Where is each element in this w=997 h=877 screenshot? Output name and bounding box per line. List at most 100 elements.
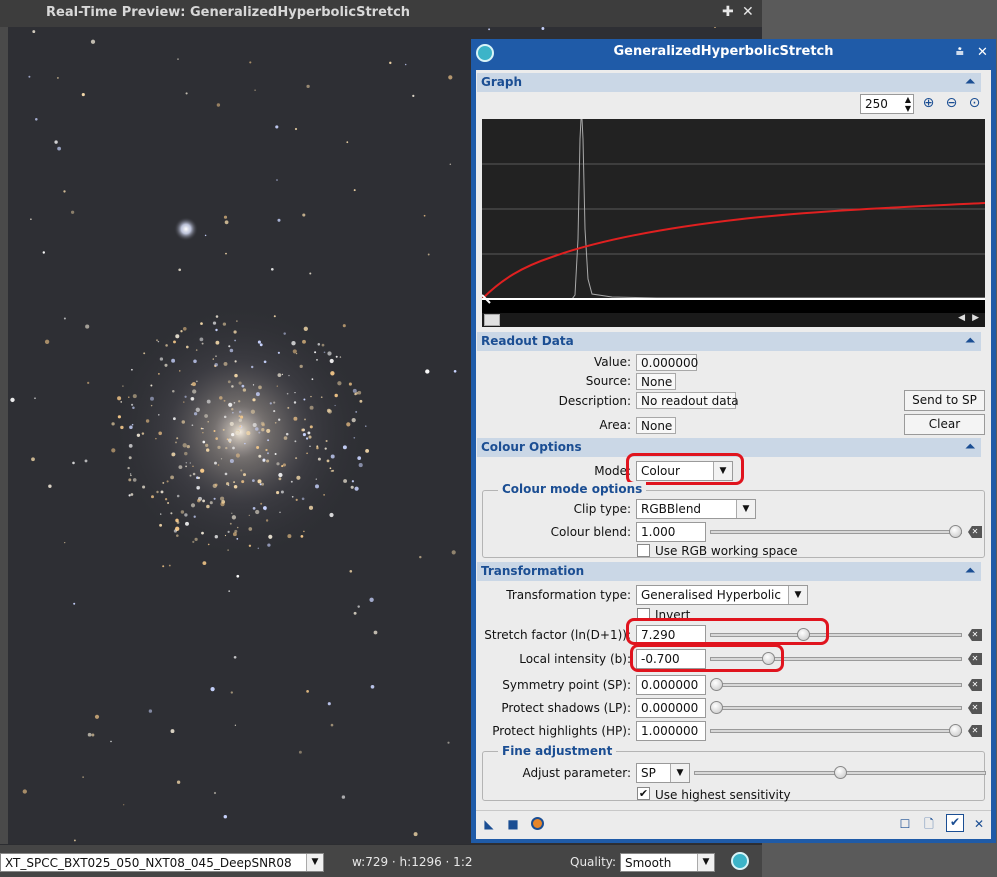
star: [342, 445, 347, 450]
param-label: Stretch factor (ln(D+1)):: [484, 628, 631, 642]
colour-blend-input[interactable]: 1.000: [636, 522, 706, 542]
star: [309, 272, 312, 275]
image-selector[interactable]: XT_SPCC_BXT025_050_NXT08_045_DeepSNR08 ▼: [0, 853, 324, 872]
high-sensitivity-checkbox[interactable]: ✔: [637, 787, 650, 800]
close-icon[interactable]: ✕: [742, 4, 754, 20]
graph-scrollbar[interactable]: ◀ ▶: [482, 313, 985, 327]
adjust-parameter-select[interactable]: SP ▼: [636, 763, 690, 783]
param-input[interactable]: 0.000000: [636, 675, 706, 695]
chevron-down-icon[interactable]: ▼: [736, 500, 755, 518]
invert-checkbox[interactable]: [637, 608, 650, 621]
star: [197, 476, 201, 480]
star: [150, 396, 154, 401]
param-input[interactable]: -0.700: [636, 649, 706, 669]
transformation-type-select[interactable]: Generalised Hyperbolic ▼: [636, 585, 808, 605]
chevron-down-icon[interactable]: ▼: [697, 854, 714, 871]
zoom-out-icon[interactable]: ⊖: [943, 95, 960, 112]
star: [155, 437, 157, 440]
slider-knob[interactable]: [949, 724, 962, 737]
star: [350, 485, 354, 489]
fine-adjust-slider[interactable]: [694, 766, 986, 780]
zoom-fit-icon[interactable]: ⊙: [966, 95, 983, 112]
star: [351, 417, 356, 423]
zoom-spinbox[interactable]: 250 ▲ ▼: [860, 94, 914, 114]
star: [273, 401, 276, 404]
star: [261, 428, 265, 432]
chevron-down-icon[interactable]: ▼: [670, 764, 689, 782]
star: [300, 535, 304, 538]
collapse-icon[interactable]: ⏶: [965, 74, 975, 89]
slider-knob[interactable]: [949, 525, 962, 538]
star: [73, 839, 76, 842]
scrollbar-thumb[interactable]: [484, 314, 500, 326]
slider-knob[interactable]: [761, 652, 775, 665]
star: [354, 392, 357, 396]
star: [42, 251, 46, 254]
refresh-icon[interactable]: [731, 852, 749, 870]
star: [123, 804, 125, 806]
star: [258, 385, 262, 390]
star: [295, 498, 298, 501]
scroll-left-icon[interactable]: ◀: [958, 313, 965, 323]
readout-section-header[interactable]: Readout Data ⏶: [477, 332, 981, 351]
star: [330, 469, 333, 473]
transformation-section-header[interactable]: Transformation ⏶: [477, 562, 981, 581]
star: [176, 534, 179, 537]
star: [215, 437, 218, 440]
star: [257, 340, 261, 344]
param-input[interactable]: 0.000000: [636, 698, 706, 718]
param-slider[interactable]: [710, 678, 962, 692]
clear-button[interactable]: Clear: [904, 414, 985, 435]
star: [189, 462, 191, 464]
star: [215, 355, 217, 357]
slider-knob[interactable]: [710, 678, 723, 691]
send-to-sp-button[interactable]: Send to SP: [904, 390, 985, 411]
star: [353, 189, 356, 192]
star: [206, 399, 211, 404]
reset-icon[interactable]: ✕: [968, 653, 982, 665]
preview-titlebar[interactable]: Real-Time Preview: GeneralizedHyperbolic…: [0, 0, 762, 27]
param-slider[interactable]: [710, 701, 962, 715]
collapse-icon[interactable]: ⏶: [965, 563, 975, 578]
zoom-in-icon[interactable]: ⊕: [920, 95, 937, 112]
chevron-down-icon[interactable]: ▼: [788, 586, 807, 604]
stretch-graph[interactable]: [481, 118, 986, 313]
spin-arrows-icon[interactable]: ▲ ▼: [905, 95, 911, 113]
param-slider[interactable]: [710, 652, 962, 666]
slider-knob[interactable]: [797, 628, 811, 641]
param-input[interactable]: 7.290: [636, 625, 706, 645]
colour-options-section-header[interactable]: Colour Options ⏶: [477, 438, 981, 457]
reset-icon[interactable]: ✕: [968, 725, 982, 737]
clip-type-select[interactable]: RGBBlend ▼: [636, 499, 756, 519]
quality-select[interactable]: Smooth ▼: [620, 853, 715, 872]
collapse-icon[interactable]: ⏶: [965, 333, 975, 348]
star: [170, 512, 173, 515]
mode-select[interactable]: Colour ▼: [636, 461, 733, 481]
star: [238, 410, 242, 414]
slider-track: [710, 633, 962, 637]
colour-blend-slider[interactable]: [710, 525, 962, 539]
star: [195, 349, 198, 351]
param-input[interactable]: 1.000000: [636, 721, 706, 741]
chevron-down-icon[interactable]: ▼: [306, 854, 323, 871]
reset-icon[interactable]: ✕: [968, 679, 982, 691]
scroll-right-icon[interactable]: ▶: [972, 313, 979, 323]
graph-section-header[interactable]: Graph ⏶: [477, 73, 981, 92]
star: [252, 422, 257, 428]
slider-knob[interactable]: [710, 701, 723, 714]
collapse-icon[interactable]: ⏶: [965, 439, 975, 454]
pin-icon[interactable]: ✚: [722, 4, 734, 20]
reset-icon[interactable]: ✕: [968, 629, 982, 641]
star: [229, 348, 234, 353]
star: [200, 322, 203, 325]
star: [207, 543, 210, 546]
star: [283, 436, 288, 440]
star: [162, 565, 165, 568]
star: [311, 378, 314, 381]
reset-icon[interactable]: ✕: [968, 702, 982, 714]
slider-knob[interactable]: [834, 766, 847, 779]
param-slider[interactable]: [710, 724, 962, 738]
use-rgb-checkbox[interactable]: [637, 544, 650, 557]
chevron-down-icon[interactable]: ▼: [713, 462, 732, 480]
param-slider[interactable]: [710, 628, 962, 642]
